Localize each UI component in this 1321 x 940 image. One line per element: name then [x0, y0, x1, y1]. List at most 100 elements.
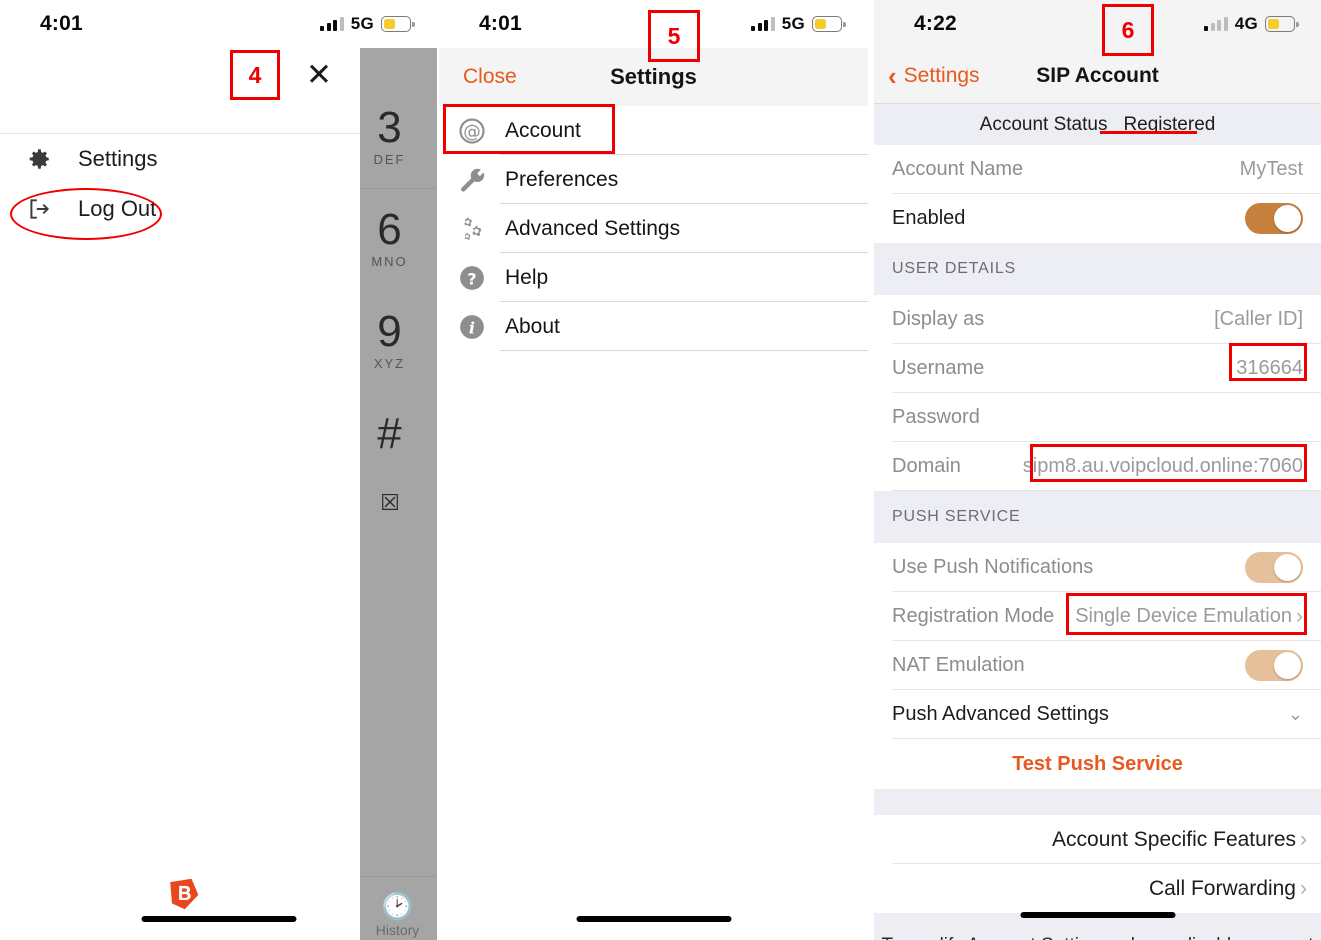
display-as-label: Display as: [892, 308, 985, 330]
push-advanced-label: Push Advanced Settings: [892, 703, 1109, 725]
bria-logo-icon: [170, 878, 199, 910]
registration-mode-value: Single Device Emulation: [1075, 605, 1292, 627]
sip-settings-scroll[interactable]: Account Status Registered Account Name M…: [874, 104, 1321, 940]
test-push-label: Test Push Service: [1012, 752, 1183, 775]
settings-item-label: About: [505, 314, 560, 338]
home-indicator: [576, 916, 731, 922]
home-indicator: [1020, 912, 1175, 918]
status-right-cluster: 4G: [1204, 14, 1299, 34]
overflow-menu-body: ✕ Settings Log Out 3 DEF 6 MNO 9 XYZ # ☒…: [0, 48, 437, 940]
panel-overflow-menu: 4:01 5G ✕ Settings Log Out 3 DEF 6 MNO 9…: [0, 0, 437, 940]
settings-item-about[interactable]: i About: [439, 302, 868, 351]
settings-item-label: Help: [505, 265, 549, 289]
enabled-label: Enabled: [892, 207, 966, 229]
signal-bars-icon: [1204, 17, 1228, 31]
clock-icon: 🕑: [381, 891, 414, 921]
back-button[interactable]: ‹ Settings: [888, 60, 980, 91]
use-push-label: Use Push Notifications: [892, 556, 1094, 578]
settings-item-preferences[interactable]: Preferences: [439, 155, 868, 204]
account-specific-features-label: Account Specific Features: [1052, 827, 1296, 851]
close-button[interactable]: Close: [463, 65, 517, 89]
account-name-row: Account Name MyTest: [874, 145, 1321, 194]
test-push-service-button[interactable]: Test Push Service: [874, 739, 1321, 789]
settings-list: @ Account Preferences Advanced Settings …: [439, 106, 868, 351]
nat-emulation-label: NAT Emulation: [892, 654, 1025, 676]
username-row: Username 316664: [874, 344, 1321, 393]
domain-value: sipm8.au.voipcloud.online:7060: [1022, 455, 1303, 477]
wrench-icon: [455, 163, 489, 197]
push-service-header: PUSH SERVICE: [874, 491, 1321, 543]
footnote-text: To modify Account Settings, please disab…: [882, 935, 1314, 940]
status-bar-panel3: 4:22 4G: [874, 0, 1321, 48]
at-sign-icon: @: [455, 114, 489, 148]
screenshot-root: 4:01 5G ✕ Settings Log Out 3 DEF 6 MNO 9…: [0, 0, 1321, 940]
status-time: 4:01: [40, 12, 83, 35]
backspace-icon: ☒: [380, 490, 400, 515]
status-network-label: 5G: [781, 14, 805, 33]
svg-text:@: @: [463, 122, 481, 142]
signal-bars-icon: [751, 17, 775, 31]
settings-item-account[interactable]: @ Account: [439, 106, 868, 155]
annotation-ellipse-settings: [10, 188, 162, 240]
call-forwarding-row[interactable]: Call Forwarding ›: [874, 864, 1321, 913]
password-label: Password: [892, 406, 980, 428]
sip-nav-bar: ‹ Settings SIP Account: [874, 48, 1321, 104]
section-spacer: [874, 789, 1321, 815]
account-status-row: Account Status Registered: [874, 104, 1321, 145]
account-status-label: Account Status: [979, 113, 1108, 135]
panel-settings-list: 4:01 5G Close Settings @ Account Prefere…: [437, 0, 868, 940]
username-label: Username: [892, 357, 985, 379]
settings-item-help[interactable]: ? Help: [439, 253, 868, 302]
enabled-toggle[interactable]: [1245, 203, 1303, 234]
status-right-cluster: 5G: [751, 14, 846, 34]
battery-low-power-icon: [812, 16, 846, 32]
annotation-badge-4: 4: [230, 50, 280, 100]
chevron-right-icon: ›: [1300, 876, 1307, 900]
nat-emulation-toggle: [1245, 650, 1303, 681]
password-row: Password: [874, 393, 1321, 442]
battery-low-power-icon: [1265, 16, 1299, 32]
account-specific-features-row[interactable]: Account Specific Features ›: [874, 815, 1321, 864]
dialpad-key: 9 XYZ: [373, 307, 406, 372]
gear-icon: [29, 149, 49, 169]
use-push-notifications-row: Use Push Notifications: [874, 543, 1321, 592]
panel-sip-account: 4:22 4G ‹ Settings SIP Account Account S…: [868, 0, 1321, 940]
history-label: History: [375, 922, 420, 938]
dimmed-dialer-background: 3 DEF 6 MNO 9 XYZ # ☒ 🕑 History: [360, 48, 437, 940]
chevron-right-icon: ›: [1296, 604, 1303, 628]
svg-text:?: ?: [467, 269, 476, 288]
menu-item-label: Settings: [78, 146, 158, 171]
account-name-label: Account Name: [892, 158, 1024, 180]
close-icon[interactable]: ✕: [304, 60, 334, 91]
dialpad-key: 6 MNO: [371, 205, 408, 270]
chevron-down-icon: ⌄: [1287, 704, 1303, 724]
dialpad-key: 3 DEF: [373, 103, 406, 168]
domain-label: Domain: [892, 455, 961, 477]
info-circle-icon: i: [455, 310, 489, 344]
display-as-row: Display as [Caller ID]: [874, 295, 1321, 344]
username-value: 316664: [1236, 357, 1303, 379]
push-advanced-settings-row[interactable]: Push Advanced Settings ⌄: [874, 690, 1321, 739]
status-network-label: 4G: [1234, 14, 1258, 33]
status-network-label: 5G: [350, 14, 374, 33]
status-right-cluster: 5G: [320, 14, 415, 34]
chevron-left-icon: ‹: [888, 60, 897, 91]
status-bar-panel1: 4:01 5G: [0, 0, 437, 48]
chevron-right-icon: ›: [1300, 827, 1307, 851]
enabled-row[interactable]: Enabled: [874, 194, 1321, 243]
nat-emulation-row: NAT Emulation: [874, 641, 1321, 690]
question-circle-icon: ?: [455, 261, 489, 295]
settings-item-label: Preferences: [505, 167, 619, 191]
dialpad-key: #: [377, 409, 402, 458]
registration-mode-label: Registration Mode: [892, 605, 1055, 627]
signal-bars-icon: [320, 17, 344, 31]
registration-mode-row: Registration Mode Single Device Emulatio…: [874, 592, 1321, 641]
call-forwarding-label: Call Forwarding: [1148, 876, 1296, 900]
domain-row: Domain sipm8.au.voipcloud.online:7060: [874, 442, 1321, 491]
use-push-toggle: [1245, 552, 1303, 583]
status-time: 4:01: [479, 12, 522, 35]
annotation-badge-5: 5: [648, 10, 700, 62]
settings-item-advanced-settings[interactable]: Advanced Settings: [439, 204, 868, 253]
user-details-header: USER DETAILS: [874, 243, 1321, 295]
home-indicator: [141, 916, 296, 922]
